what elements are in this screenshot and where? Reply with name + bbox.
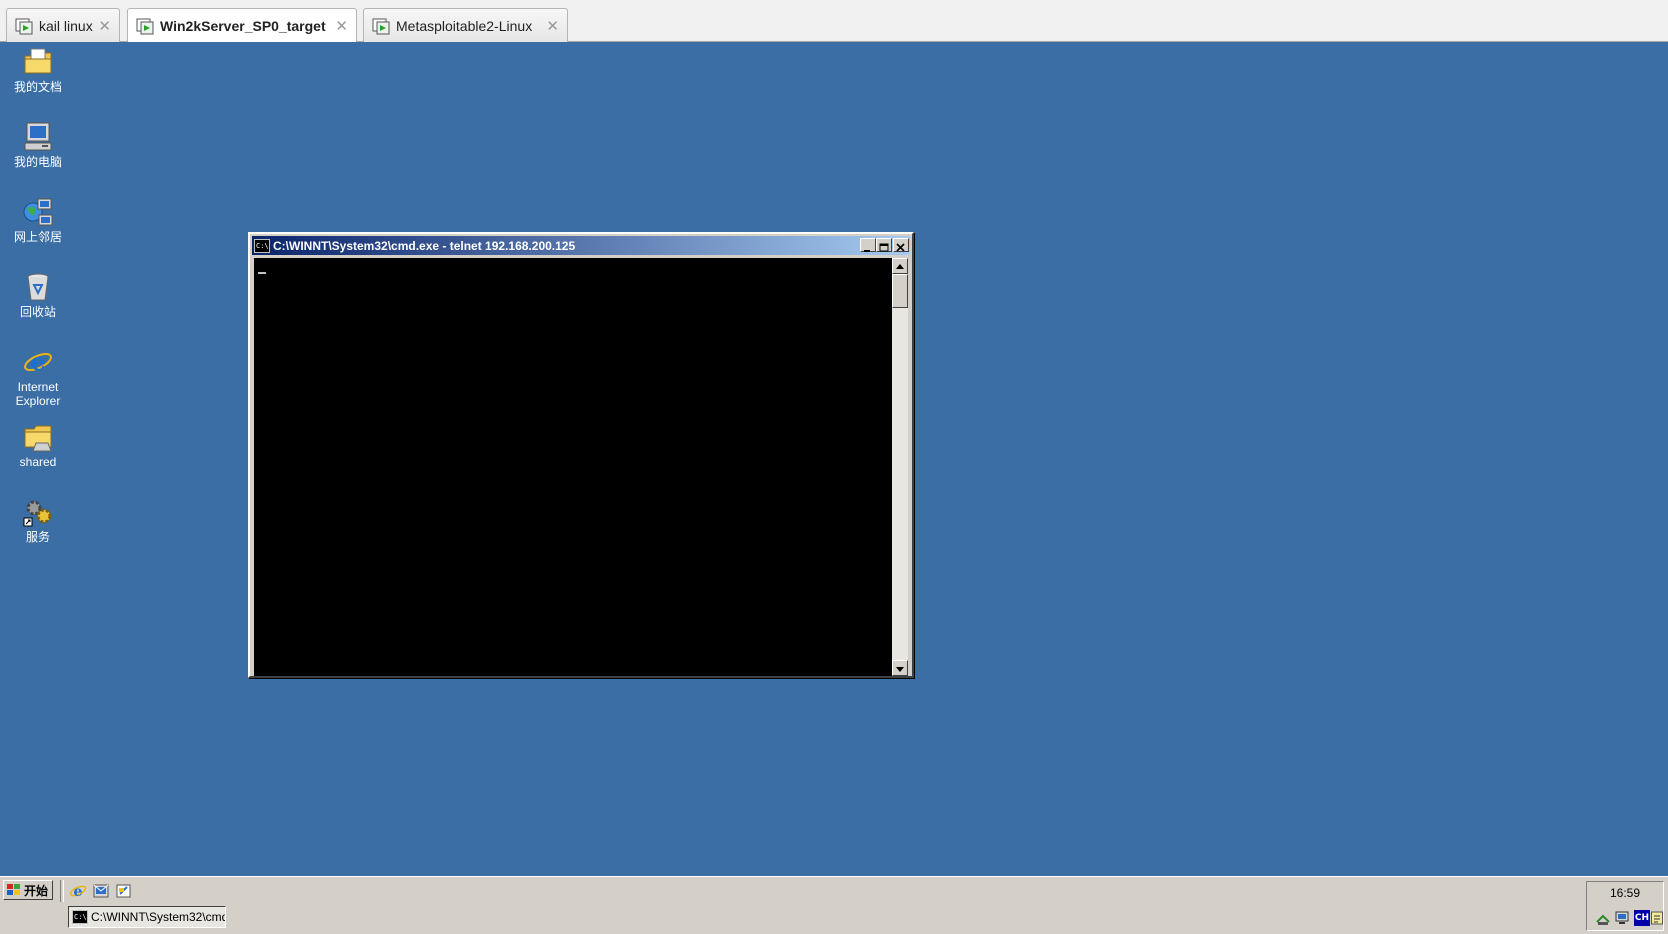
desktop-icon-label: shared: [19, 455, 57, 469]
svg-text:e: e: [30, 347, 45, 376]
taskbar-button-label: C:\WINNT\System32\cmd...: [91, 910, 226, 924]
desktop-icon-services[interactable]: 服务: [2, 496, 74, 544]
desktop-icon-label: 服务: [25, 530, 50, 544]
vm-tab-label: Win2kServer_SP0_target: [160, 18, 326, 34]
svg-text:C:\: C:\: [74, 913, 87, 921]
taskbar-separator: [60, 880, 64, 902]
network-connection-icon[interactable]: [1595, 910, 1611, 926]
ime-indicator[interactable]: CH: [1634, 910, 1650, 926]
clock[interactable]: 16:59: [1587, 886, 1663, 900]
desktop-icon-shared[interactable]: shared: [2, 421, 74, 469]
vertical-scrollbar[interactable]: [892, 258, 908, 676]
vm-running-icon: [15, 18, 33, 34]
minimize-button[interactable]: [860, 238, 876, 252]
cmd-window[interactable]: C:\ C:\WINNT\System32\cmd.exe - telnet 1…: [248, 232, 914, 678]
network-places-icon: [23, 198, 53, 226]
maximize-button[interactable]: [876, 238, 892, 252]
desktop-icon-label: 网上邻居: [13, 230, 62, 244]
desktop-icon-my-documents[interactable]: 我的文档: [2, 46, 74, 94]
my-computer-icon: [24, 122, 52, 151]
start-label: 开始: [24, 883, 49, 898]
cmd-window-title: C:\WINNT\System32\cmd.exe - telnet 192.1…: [273, 238, 576, 253]
recycle-bin-icon: [27, 273, 49, 301]
vm-tab-kali[interactable]: kail linux ✕: [6, 8, 120, 42]
svg-text:C:\: C:\: [256, 242, 269, 250]
close-icon[interactable]: ✕: [335, 17, 348, 35]
ime-toolbar-icon[interactable]: [1651, 910, 1663, 926]
desktop-icon-label: Explorer: [15, 394, 61, 408]
desktop-icon-recycle-bin[interactable]: 回收站: [2, 271, 74, 319]
console-icon: C:\: [72, 910, 88, 924]
scrollbar-thumb[interactable]: [892, 274, 908, 308]
text-cursor: [258, 272, 266, 274]
desktop-icon-label: 回收站: [19, 305, 56, 319]
services-icon: [23, 500, 52, 527]
desktop-icon-label: 我的文档: [13, 80, 62, 94]
maximize-icon: [879, 243, 889, 252]
outlook-express-icon[interactable]: [92, 882, 110, 900]
cmd-titlebar[interactable]: C:\ C:\WINNT\System32\cmd.exe - telnet 1…: [252, 236, 910, 255]
show-desktop-icon[interactable]: [115, 882, 133, 900]
vm-running-icon: [372, 18, 390, 34]
vm-tab-label: kail linux: [39, 17, 93, 34]
monitor-icon[interactable]: [1614, 910, 1630, 926]
console-icon: C:\: [254, 238, 270, 253]
scroll-down-button[interactable]: [892, 660, 908, 676]
close-button[interactable]: [893, 238, 909, 252]
close-icon[interactable]: ✕: [98, 17, 111, 35]
start-button[interactable]: 开始: [3, 880, 53, 900]
desktop-icon-internet-explorer[interactable]: e Internet Explorer: [2, 346, 74, 408]
system-tray: 16:59 CH: [1586, 881, 1664, 931]
scroll-up-button[interactable]: [892, 258, 908, 274]
internet-explorer-icon: e: [24, 347, 52, 376]
vm-tab-metasploitable[interactable]: Metasploitable2-Linux ✕: [363, 8, 568, 42]
taskbar: 开始 e C:\ C:\WINNT\System32\cmd... 16:59: [0, 876, 1668, 934]
folder-icon: [24, 425, 52, 452]
vm-tab-label: Metasploitable2-Linux: [396, 17, 533, 34]
internet-explorer-icon[interactable]: e: [69, 882, 87, 900]
close-icon: [896, 243, 905, 252]
vm-tab-bar: kail linux ✕ Win2kServer_SP0_target ✕ Me…: [0, 0, 1668, 43]
desktop-icon-network-places[interactable]: 网上邻居: [2, 196, 74, 244]
close-icon[interactable]: ✕: [546, 17, 559, 35]
svg-text:e: e: [74, 884, 83, 900]
arrow-up-icon: [896, 264, 904, 269]
desktop-icon-label: 我的电脑: [13, 155, 62, 169]
vm-running-icon: [136, 18, 154, 35]
arrow-down-icon: [896, 667, 904, 672]
my-documents-icon: [24, 48, 52, 74]
minimize-icon: [864, 250, 870, 252]
desktop-icon-my-computer[interactable]: 我的电脑: [2, 121, 74, 169]
desktop: 我的文档 我的电脑 网上邻居 回收站 e Internet Explorer s…: [0, 42, 1668, 876]
windows-logo-icon: [7, 884, 20, 895]
taskbar-button-cmd[interactable]: C:\ C:\WINNT\System32\cmd...: [68, 906, 226, 928]
vm-tab-win2kserver[interactable]: Win2kServer_SP0_target ✕: [127, 8, 357, 43]
desktop-icon-label: Internet: [17, 380, 59, 394]
console-output[interactable]: [254, 258, 892, 676]
